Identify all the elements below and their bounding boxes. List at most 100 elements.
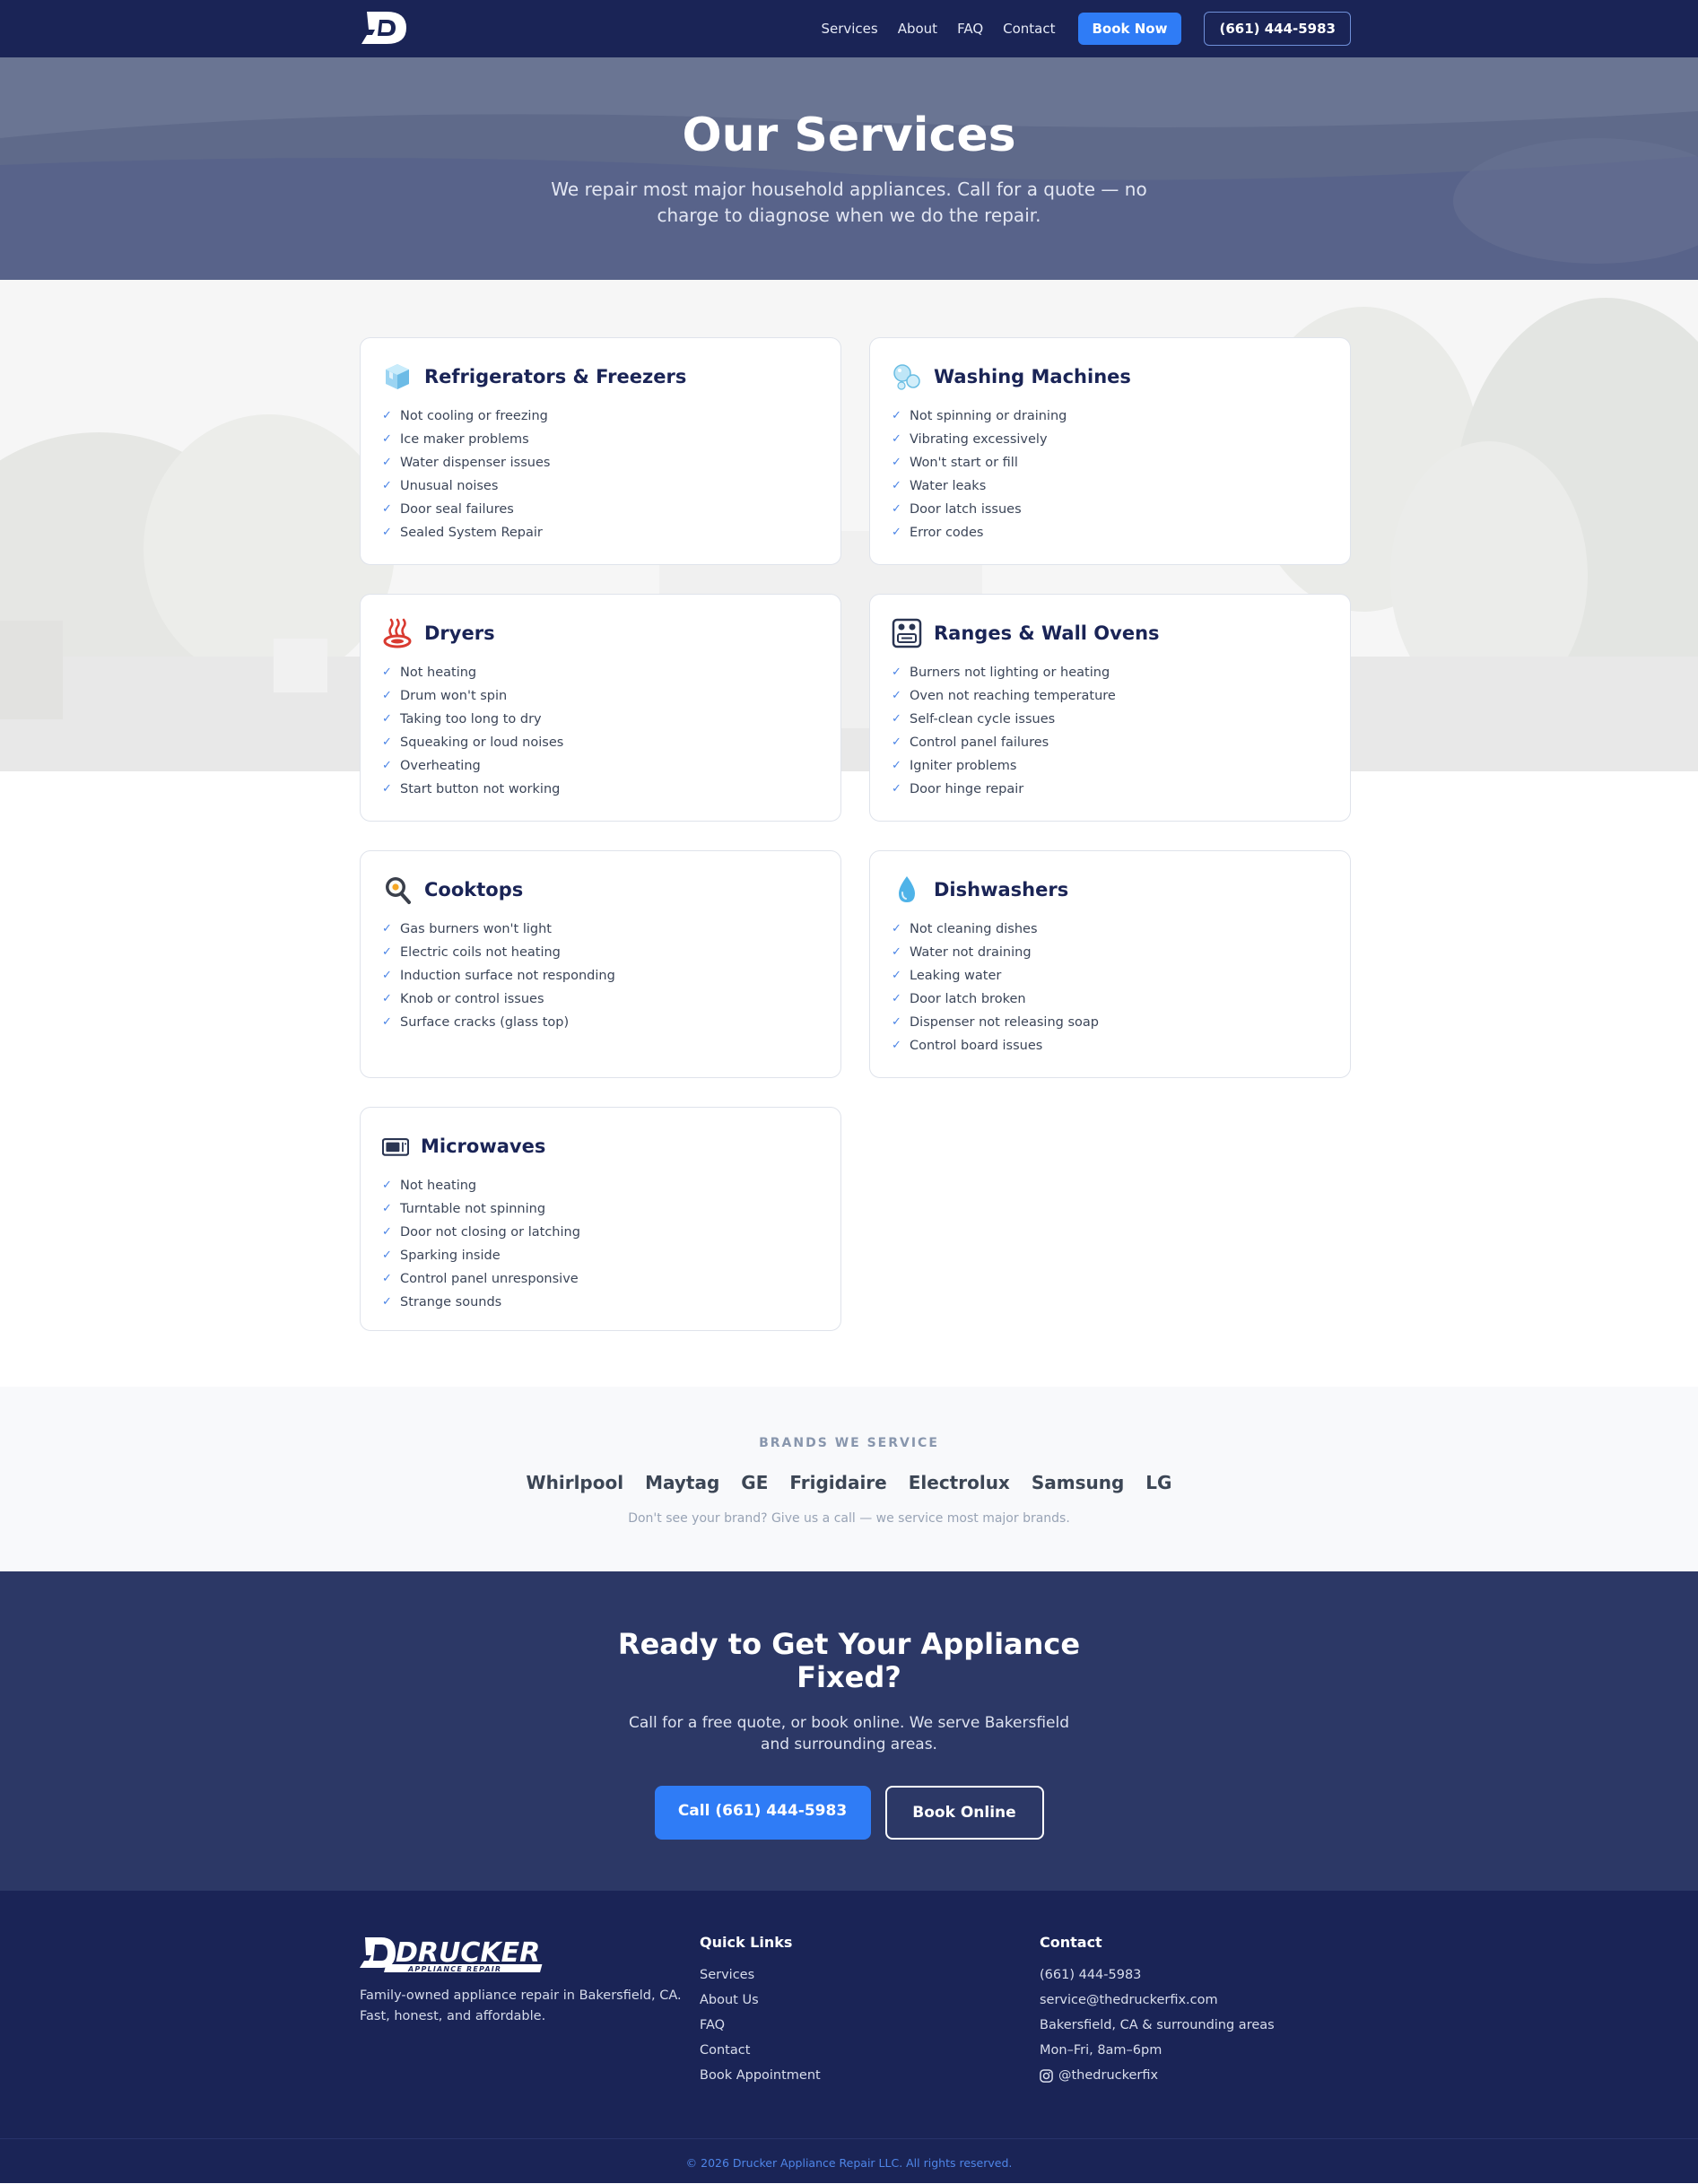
list-item: ✓ Sealed System Repair <box>382 521 819 544</box>
check-icon: ✓ <box>382 456 392 469</box>
check-icon: ✓ <box>382 759 392 772</box>
instagram-handle: @thedruckerfix <box>1058 2068 1159 2083</box>
issue-text: Sealed System Repair <box>400 526 543 540</box>
list-item: ✓ Door hinge repair <box>892 778 1328 801</box>
check-icon: ✓ <box>892 689 901 702</box>
list-item: ✓ Taking too long to dry <box>382 708 819 731</box>
footer-link-about[interactable]: About Us <box>700 1988 1005 2013</box>
call-button[interactable]: Call (661) 444-5983 <box>654 1786 871 1840</box>
book-now-button[interactable]: Book Now <box>1077 13 1182 45</box>
list-item: ✓ Not cleaning dishes <box>892 918 1328 941</box>
check-icon: ✓ <box>382 526 392 539</box>
list-item: ✓ Not cooling or freezing <box>382 405 819 428</box>
service-issue-list: ✓ Not spinning or draining ✓ Vibrating exc… <box>892 405 1328 544</box>
check-icon: ✓ <box>892 782 901 796</box>
check-icon: ✓ <box>382 945 392 959</box>
brands-label: BRANDS WE SERVICE <box>759 1436 939 1450</box>
service-card-header: Cooktops <box>382 874 819 905</box>
contact-email[interactable]: service@thedruckerfix.com <box>1040 1988 1345 2013</box>
issue-text: Electric coils not heating <box>400 945 561 960</box>
issue-text: Induction surface not responding <box>400 969 615 983</box>
nav-link-about[interactable]: About <box>898 21 937 37</box>
check-icon: ✓ <box>892 759 901 772</box>
brands-note: Don't see your brand? Give us a call — w… <box>628 1511 1070 1526</box>
issue-text: Strange sounds <box>400 1295 502 1310</box>
contact-phone[interactable]: (661) 444-5983 <box>1040 1962 1345 1988</box>
issue-text: Vibrating excessively <box>910 432 1048 447</box>
service-card-header: Refrigerators & Freezers <box>382 361 819 392</box>
services-background-image <box>0 280 1698 771</box>
services-section: Refrigerators & Freezers ✓ Not cooling or… <box>0 280 1698 1387</box>
copyright: © 2026 Drucker Appliance Repair LLC. All… <box>685 2156 1013 2170</box>
issue-text: Water not draining <box>910 945 1032 960</box>
check-icon: ✓ <box>382 689 392 702</box>
issue-text: Control panel failures <box>910 735 1049 750</box>
cta-title: Ready to Get Your Appliance Fixed? <box>617 1627 1081 1694</box>
drucker-wordmark-logo[interactable]: DRUCKER APPLIANCE REPAIR <box>360 1936 553 1973</box>
check-icon: ✓ <box>382 1202 392 1215</box>
list-item: ✓ Gas burners won't light <box>382 918 819 941</box>
check-icon: ✓ <box>382 666 392 679</box>
issue-text: Control panel unresponsive <box>400 1272 579 1286</box>
issue-text: Leaking water <box>910 969 1002 983</box>
list-item: ✓ Sparking inside <box>382 1244 819 1267</box>
droplet-icon <box>899 876 915 902</box>
check-icon: ✓ <box>892 735 901 749</box>
footer-quick-links: Quick Links Services About Us FAQ Contac… <box>700 1934 1005 2088</box>
issue-text: Overheating <box>400 759 481 773</box>
nav-link-services[interactable]: Services <box>821 21 877 37</box>
check-icon: ✓ <box>382 782 392 796</box>
instagram-link[interactable]: @thedruckerfix <box>1040 2068 1345 2083</box>
issue-text: Start button not working <box>400 782 561 796</box>
nav-links: Services About FAQ Contact Book Now (661… <box>821 12 1351 46</box>
brand-name: Frigidaire <box>789 1472 887 1493</box>
list-item: ✓ Not heating <box>382 1174 819 1197</box>
service-card-title: Washing Machines <box>934 366 1131 387</box>
footer-link-contact[interactable]: Contact <box>700 2038 1005 2063</box>
list-item: ✓ Control board issues <box>892 1034 1328 1057</box>
check-icon: ✓ <box>382 409 392 422</box>
check-icon: ✓ <box>892 969 901 982</box>
check-icon: ✓ <box>382 922 392 935</box>
check-icon: ✓ <box>892 479 901 492</box>
phone-button[interactable]: (661) 444-5983 <box>1204 12 1351 46</box>
footer-divider <box>0 2138 1698 2139</box>
issue-text: Ice maker problems <box>400 432 529 447</box>
issue-text: Not cleaning dishes <box>910 922 1038 936</box>
list-item: ✓ Door seal failures <box>382 498 819 521</box>
list-item: ✓ Drum won't spin <box>382 684 819 708</box>
service-card-header: Ranges & Wall Ovens <box>892 618 1328 648</box>
nav-link-contact[interactable]: Contact <box>1003 21 1055 37</box>
brands-section: BRANDS WE SERVICE Whirlpool Maytag GE Fr… <box>0 1387 1698 1571</box>
list-item: ✓ Start button not working <box>382 778 819 801</box>
list-item: ✓ Turntable not spinning <box>382 1197 819 1221</box>
book-online-button[interactable]: Book Online <box>884 1786 1044 1840</box>
service-card-header: Washing Machines <box>892 361 1328 392</box>
check-icon: ✓ <box>382 1272 392 1285</box>
footer-link-services[interactable]: Services <box>700 1962 1005 1988</box>
list-item: ✓ Dispenser not releasing soap <box>892 1011 1328 1034</box>
issue-text: Error codes <box>910 526 984 540</box>
list-item: ✓ Vibrating excessively <box>892 428 1328 451</box>
instagram-icon <box>1040 2068 1053 2083</box>
check-icon: ✓ <box>892 992 901 1005</box>
check-icon: ✓ <box>892 456 901 469</box>
issue-text: Self-clean cycle issues <box>910 712 1056 727</box>
service-card-title: Refrigerators & Freezers <box>424 366 687 387</box>
hero-subtitle: We repair most major household appliance… <box>551 178 1147 226</box>
footer-link-book-appointment[interactable]: Book Appointment <box>700 2063 1005 2088</box>
issue-text: Knob or control issues <box>400 992 544 1006</box>
issue-text: Burners not lighting or heating <box>910 666 1110 680</box>
frying-pan-icon <box>386 877 411 904</box>
footer-link-faq[interactable]: FAQ <box>700 2013 1005 2038</box>
list-item: ✓ Door not closing or latching <box>382 1221 819 1244</box>
issue-text: Surface cracks (glass top) <box>400 1015 570 1030</box>
list-item: ✓ Electric coils not heating <box>382 941 819 964</box>
list-item: ✓ Unusual noises <box>382 474 819 498</box>
drucker-logo-icon[interactable] <box>360 8 410 48</box>
check-icon: ✓ <box>382 502 392 516</box>
nav-link-faq[interactable]: FAQ <box>957 21 983 37</box>
check-icon: ✓ <box>892 1039 901 1052</box>
brand-name: LG <box>1145 1472 1172 1493</box>
issue-text: Drum won't spin <box>400 689 508 703</box>
